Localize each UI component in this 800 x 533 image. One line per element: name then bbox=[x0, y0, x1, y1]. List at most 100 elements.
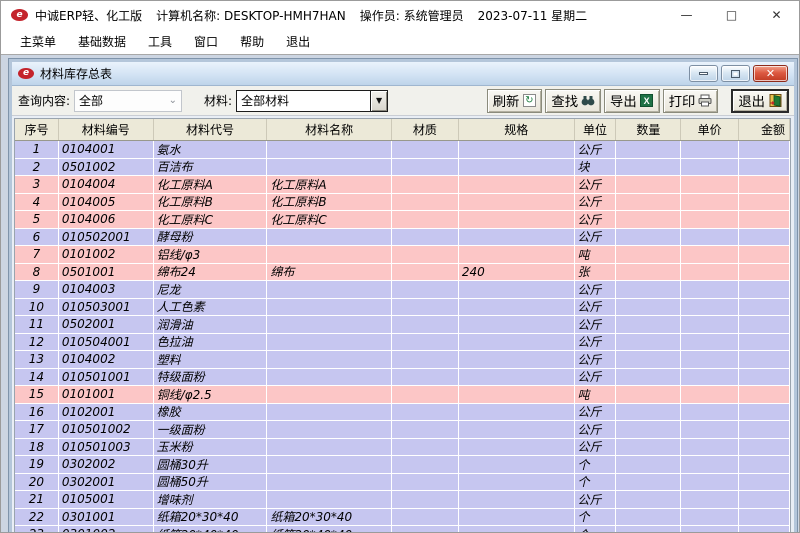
menu-item-main[interactable]: 主菜单 bbox=[9, 29, 67, 54]
table-row[interactable]: 18 010501003 玉米粉 公斤 bbox=[15, 438, 790, 456]
table-cell-material bbox=[392, 491, 459, 508]
table-row[interactable]: 5 0104006 化工原料C 化工原料C 公斤 bbox=[15, 211, 790, 229]
export-button-label: 导出 bbox=[610, 94, 637, 109]
table-cell-amount bbox=[739, 456, 790, 473]
column-header-price[interactable]: 单价 bbox=[681, 119, 740, 140]
table-cell-no: 23 bbox=[15, 526, 59, 532]
table-cell-price bbox=[681, 281, 740, 298]
table-cell-unit: 公斤 bbox=[574, 316, 617, 333]
table-row[interactable]: 7 0101002 铝线/φ3 吨 bbox=[15, 246, 790, 264]
table-row[interactable]: 12 010504001 色拉油 公斤 bbox=[15, 333, 790, 351]
table-cell-unit: 公斤 bbox=[574, 368, 617, 385]
table-row[interactable]: 2 0501002 百洁布 块 bbox=[15, 158, 790, 176]
table-row[interactable]: 19 0302002 圆桶30升 个 bbox=[15, 456, 790, 474]
query-select[interactable]: 全部 ⌄ bbox=[74, 89, 183, 112]
child-close-button[interactable]: ✕ bbox=[753, 65, 788, 82]
table-row[interactable]: 3 0104004 化工原料A 化工原料A 公斤 bbox=[15, 176, 790, 194]
menu-item-help[interactable]: 帮助 bbox=[229, 29, 275, 54]
table-cell-code: 0105001 bbox=[58, 491, 154, 508]
table-row[interactable]: 230301002纸箱20*40*40纸箱20*40*40个 bbox=[15, 526, 790, 532]
column-header-unit[interactable]: 单位 bbox=[575, 119, 617, 140]
menu-item-window[interactable]: 窗口 bbox=[183, 29, 229, 54]
table-cell-qty bbox=[616, 141, 682, 158]
maximize-button[interactable]: □ bbox=[709, 1, 754, 29]
table-cell-code: 0502001 bbox=[58, 316, 154, 333]
table-row[interactable]: 20 0302001 圆桶50升 个 bbox=[15, 473, 790, 491]
minimize-button[interactable]: — bbox=[664, 1, 709, 29]
menu-item-exit[interactable]: 退出 bbox=[275, 29, 321, 54]
refresh-button[interactable]: 刷新 ↻ bbox=[486, 88, 543, 113]
table-cell-spec bbox=[458, 351, 575, 368]
table-cell-spec bbox=[458, 176, 575, 193]
table-row[interactable]: 14 010501001 特级面粉 公斤 bbox=[15, 368, 790, 386]
table-cell-code: 0501002 bbox=[58, 158, 154, 175]
table-row[interactable]: 13 0104002 塑料 公斤 bbox=[15, 351, 790, 369]
table-cell-amount bbox=[739, 298, 790, 315]
table-row[interactable]: 16 0102001 橡胶 公斤 bbox=[15, 403, 790, 421]
table-cell-unit: 个 bbox=[574, 508, 617, 525]
table-cell-qty bbox=[616, 526, 682, 532]
table-cell-alias: 氨水 bbox=[153, 141, 268, 158]
exit-button[interactable]: 退出 bbox=[731, 88, 789, 113]
table-cell-name bbox=[267, 386, 393, 403]
column-header-qty[interactable]: 数量 bbox=[616, 119, 682, 140]
table-cell-material bbox=[392, 386, 459, 403]
menu-item-tools[interactable]: 工具 bbox=[137, 29, 183, 54]
child-minimize-button[interactable] bbox=[689, 65, 718, 82]
table-cell-alias: 增味剂 bbox=[153, 491, 268, 508]
table-cell-name bbox=[267, 141, 393, 158]
column-header-material[interactable]: 材质 bbox=[392, 119, 459, 140]
column-header-name[interactable]: 材料名称 bbox=[267, 119, 393, 140]
column-header-amount[interactable]: 金额 bbox=[739, 119, 790, 140]
close-button[interactable]: ✕ bbox=[754, 1, 799, 29]
table-cell-name bbox=[267, 456, 393, 473]
table-cell-code: 0101001 bbox=[58, 386, 154, 403]
table-cell-price bbox=[681, 246, 740, 263]
table-cell-name: 纸箱20*40*40 bbox=[267, 526, 393, 532]
table-cell-no: 6 bbox=[15, 228, 59, 245]
export-button[interactable]: 导出 X bbox=[604, 88, 660, 113]
table-row[interactable]: 6 010502001 酵母粉 公斤 bbox=[15, 228, 790, 246]
table-cell-name bbox=[267, 298, 393, 315]
table-cell-price bbox=[681, 333, 740, 350]
table-cell-alias: 百洁布 bbox=[153, 158, 268, 175]
table-row[interactable]: 8 0501001 绵布24 绵布 240 张 bbox=[15, 263, 790, 281]
table-cell-alias: 橡胶 bbox=[153, 403, 268, 420]
table-cell-spec bbox=[458, 473, 575, 490]
table-cell-amount bbox=[739, 158, 790, 175]
table-cell-no: 16 bbox=[15, 403, 59, 420]
table-row[interactable]: 9 0104003 尼龙 公斤 bbox=[15, 281, 790, 299]
table-cell-qty bbox=[616, 246, 682, 263]
column-header-spec[interactable]: 规格 bbox=[459, 119, 575, 140]
table-cell-price bbox=[681, 211, 740, 228]
table-cell-material bbox=[392, 228, 459, 245]
table-cell-name bbox=[267, 473, 393, 490]
table-cell-material bbox=[392, 351, 459, 368]
column-header-code[interactable]: 材料编号 bbox=[59, 119, 154, 140]
table-cell-qty bbox=[616, 298, 682, 315]
table-cell-material bbox=[392, 141, 459, 158]
child-restore-button[interactable] bbox=[721, 65, 750, 82]
table-row[interactable]: 11 0502001 润滑油 公斤 bbox=[15, 316, 790, 334]
table-row[interactable]: 10 010503001 人工色素 公斤 bbox=[15, 298, 790, 316]
table-cell-amount bbox=[739, 508, 790, 525]
print-button[interactable]: 打印 bbox=[662, 88, 719, 113]
column-header-alias[interactable]: 材料代号 bbox=[154, 119, 268, 140]
table-cell-name: 化工原料B bbox=[267, 193, 393, 210]
table-row[interactable]: 1 0104001 氨水 公斤 bbox=[15, 141, 790, 159]
table-cell-material bbox=[392, 158, 459, 175]
table-row[interactable]: 21 0105001 增味剂 公斤 bbox=[15, 491, 790, 509]
material-select[interactable]: 全部材料 ▼ bbox=[236, 89, 389, 112]
table-row[interactable]: 17 010501002 一级面粉 公斤 bbox=[15, 421, 790, 439]
table-row[interactable]: 4 0104005 化工原料B 化工原料B 公斤 bbox=[15, 193, 790, 211]
table-cell-alias: 圆桶30升 bbox=[153, 456, 268, 473]
table-cell-qty bbox=[616, 508, 682, 525]
find-button[interactable]: 查找 bbox=[545, 88, 602, 113]
table-row[interactable]: 15 0101001 铜线/φ2.5 吨 bbox=[15, 386, 790, 404]
table-cell-code: 010501001 bbox=[58, 368, 154, 385]
table-cell-material bbox=[392, 438, 459, 455]
table-cell-code: 010504001 bbox=[58, 333, 154, 350]
column-header-no[interactable]: 序号 bbox=[15, 119, 59, 140]
menu-item-basedata[interactable]: 基础数据 bbox=[67, 29, 137, 54]
table-row[interactable]: 22 0301001 纸箱20*30*40 纸箱20*30*40 个 bbox=[15, 508, 790, 526]
